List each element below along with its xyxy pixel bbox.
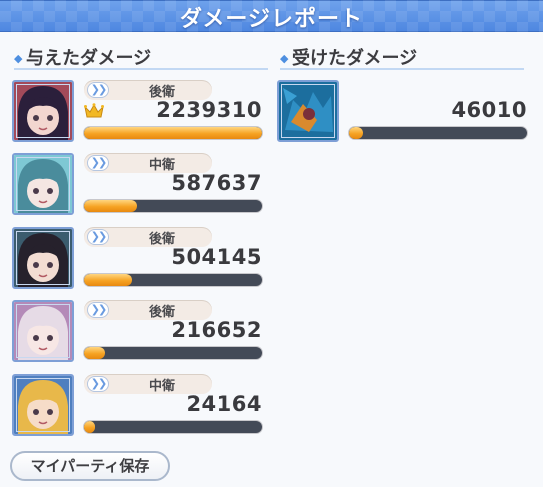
- received-damage-value: 46010: [451, 98, 527, 122]
- damage-bar: [84, 274, 262, 286]
- character-portrait[interactable]: [12, 374, 74, 436]
- character-portrait[interactable]: [12, 153, 74, 215]
- double-chevron-icon: ❯❯: [87, 376, 109, 392]
- position-badge: ❯❯ 後衛: [84, 300, 212, 320]
- dealt-damage-row: ❯❯ 後衛 216652: [12, 300, 267, 368]
- double-chevron-icon: ❯❯: [87, 155, 109, 171]
- save-party-button[interactable]: マイパーティ保存: [10, 451, 170, 481]
- damage-bar-fill: [84, 347, 106, 359]
- portrait-frame: [16, 231, 70, 285]
- damage-bar: [84, 421, 262, 433]
- position-badge: ❯❯ 後衛: [84, 227, 212, 247]
- dealt-damage-row: ❯❯ 後衛 2239310: [12, 80, 267, 148]
- portrait-frame: [16, 157, 70, 211]
- dealt-damage-label: 与えたダメージ: [26, 48, 152, 69]
- received-damage-row: 46010: [277, 80, 527, 148]
- dealt-damage-row: ❯❯ 中衛 587637: [12, 153, 267, 221]
- damage-bar-fill: [84, 274, 133, 286]
- crown-icon: [84, 103, 104, 118]
- portrait-frame: [16, 84, 70, 138]
- portrait-frame: [16, 304, 70, 358]
- dealt-damage-divider: [14, 68, 268, 70]
- double-chevron-icon: ❯❯: [87, 82, 109, 98]
- title-bar: ダメージレポート: [0, 0, 543, 32]
- damage-bar-fill: [84, 127, 262, 139]
- position-badge: ❯❯ 中衛: [84, 374, 212, 394]
- page-title: ダメージレポート: [180, 7, 363, 32]
- character-portrait[interactable]: [12, 300, 74, 362]
- position-badge: ❯❯ 中衛: [84, 153, 212, 173]
- received-damage-divider: [280, 68, 524, 70]
- dealt-damage-row: ❯❯ 中衛 24164: [12, 374, 267, 442]
- damage-bar: [84, 200, 262, 212]
- dealt-damage-header: ◆ 与えたダメージ: [14, 42, 268, 70]
- double-chevron-icon: ❯❯: [87, 302, 109, 318]
- received-damage-label: 受けたダメージ: [292, 48, 418, 69]
- damage-value: 24164: [186, 392, 262, 416]
- double-chevron-icon: ❯❯: [87, 229, 109, 245]
- damage-bar-fill: [84, 200, 138, 212]
- received-damage-bar: [349, 127, 527, 139]
- received-damage-header: ◆ 受けたダメージ: [280, 42, 524, 70]
- diamond-icon: ◆: [14, 52, 23, 65]
- dealt-damage-row: ❯❯ 後衛 504145: [12, 227, 267, 295]
- character-portrait[interactable]: [12, 80, 74, 142]
- position-badge: ❯❯ 後衛: [84, 80, 212, 100]
- damage-bar-fill: [84, 421, 95, 433]
- enemy-portrait[interactable]: [277, 80, 339, 142]
- damage-value: 504145: [171, 245, 262, 269]
- portrait-frame: [281, 84, 335, 138]
- damage-value: 216652: [171, 318, 262, 342]
- portrait-frame: [16, 378, 70, 432]
- diamond-icon: ◆: [280, 52, 289, 65]
- damage-value: 587637: [171, 171, 262, 195]
- character-portrait[interactable]: [12, 227, 74, 289]
- damage-bar: [84, 347, 262, 359]
- damage-bar: [84, 127, 262, 139]
- damage-value: 2239310: [156, 98, 262, 122]
- received-damage-bar-fill: [349, 127, 364, 139]
